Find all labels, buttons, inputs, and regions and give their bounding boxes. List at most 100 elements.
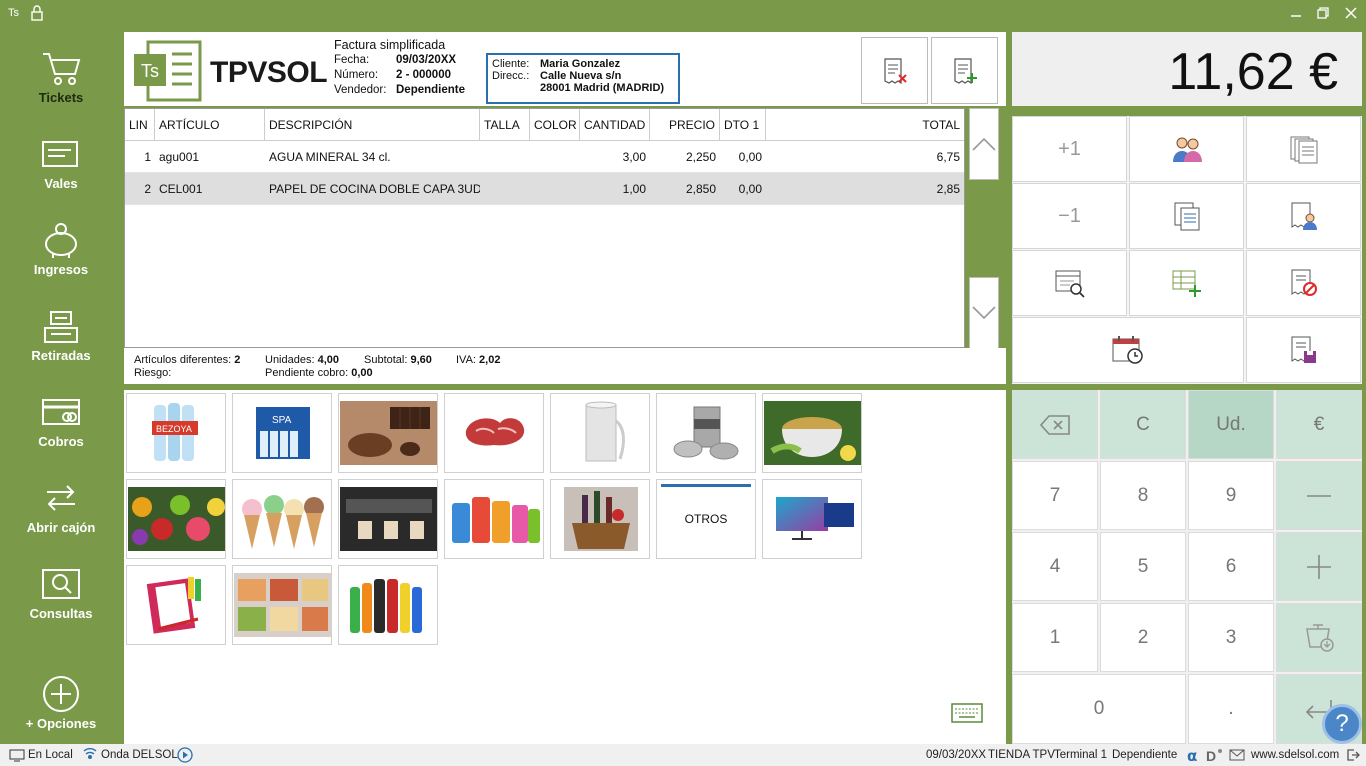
key-4[interactable]: 4 <box>1012 532 1098 601</box>
scheduled-tickets-button[interactable] <box>1012 317 1244 383</box>
euro-key[interactable]: € <box>1276 390 1362 459</box>
website-link[interactable]: www.sdelsol.com <box>1251 749 1339 761</box>
key-3[interactable]: 3 <box>1188 603 1274 672</box>
key-5[interactable]: 5 <box>1100 532 1186 601</box>
sidebar-item-opciones[interactable]: + Opciones <box>0 664 122 744</box>
family-tile-tea[interactable] <box>762 393 862 473</box>
family-tile-otros[interactable]: OTROS <box>656 479 756 559</box>
vendedor-value[interactable]: Dependiente <box>396 84 465 99</box>
table-row[interactable]: 1 agu001 AGUA MINERAL 34 cl. 3,00 2,250 … <box>125 141 964 173</box>
save-ticket-button[interactable] <box>1246 317 1361 383</box>
add-line-button[interactable] <box>1129 250 1244 316</box>
help-button[interactable]: ? <box>1322 704 1362 744</box>
col-dto[interactable]: DTO 1 <box>720 108 766 141</box>
assign-seller-button[interactable] <box>1246 183 1361 249</box>
family-tile-water[interactable]: BEZOYA <box>126 393 226 473</box>
d-logo-icon[interactable]: D <box>1205 747 1223 763</box>
pendiente-label: Pendiente cobro: <box>265 367 349 379</box>
col-total[interactable]: TOTAL <box>766 109 964 141</box>
plus-one-button[interactable]: +1 <box>1012 116 1127 182</box>
col-descripcion[interactable]: DESCRIPCIÓN <box>265 108 480 141</box>
scroll-down-button[interactable] <box>969 277 999 349</box>
play-icon[interactable] <box>177 747 193 763</box>
family-tile-meat[interactable] <box>444 393 544 473</box>
cleaning-products-image <box>446 487 543 551</box>
sidebar-item-tickets[interactable]: Tickets <box>0 38 122 118</box>
tickets-list-button[interactable] <box>1246 116 1361 182</box>
family-tile-chocolate[interactable] <box>338 393 438 473</box>
restore-icon[interactable] <box>1313 4 1333 22</box>
col-articulo[interactable]: ARTÍCULO <box>155 108 265 141</box>
svg-text:BEZOYA: BEZOYA <box>156 424 192 434</box>
key-0[interactable]: 0 <box>1012 674 1186 744</box>
lock-icon[interactable] <box>30 5 44 21</box>
family-tile-tv[interactable] <box>762 479 862 559</box>
close-icon[interactable] <box>1341 4 1361 22</box>
sidebar-item-retiradas[interactable]: Retiradas <box>0 296 122 376</box>
family-tile-cleaning[interactable] <box>444 479 544 559</box>
family-tile-coffee[interactable] <box>338 479 438 559</box>
decimal-key[interactable]: . <box>1188 674 1274 744</box>
document-info: Factura simplificada Fecha: 09/03/20XX Nú… <box>334 38 465 99</box>
cell-total: 6,75 <box>936 149 960 164</box>
sidebar-item-vales[interactable]: Vales <box>0 124 122 204</box>
table-row[interactable]: 2 CEL001 PAPEL DE COCINA DOBLE CAPA 3UD.… <box>125 173 964 205</box>
logout-icon[interactable] <box>1346 748 1360 762</box>
cart-icon <box>43 53 81 85</box>
new-ticket-button[interactable] <box>931 37 998 104</box>
col-cantidad[interactable]: CANTIDAD <box>580 108 650 141</box>
plus-key[interactable] <box>1276 532 1362 601</box>
col-lin[interactable]: LIN <box>125 108 155 141</box>
family-tile-soft-drinks[interactable] <box>338 565 438 645</box>
backspace-key[interactable] <box>1012 390 1098 459</box>
fruits-image <box>128 487 225 551</box>
chocolate-image <box>340 401 437 465</box>
key-6[interactable]: 6 <box>1188 532 1274 601</box>
mail-icon[interactable] <box>1229 749 1245 761</box>
key-7[interactable]: 7 <box>1012 461 1098 530</box>
family-tile-paper[interactable] <box>550 393 650 473</box>
sidebar-item-consultas[interactable]: Consultas <box>0 554 122 634</box>
alpha-icon[interactable]: α <box>1186 747 1202 763</box>
family-tile-stationery[interactable] <box>126 565 226 645</box>
key-2[interactable]: 2 <box>1100 603 1186 672</box>
scroll-up-button[interactable] <box>969 108 999 180</box>
family-tile-spa[interactable]: SPA <box>232 393 332 473</box>
scale-key[interactable] <box>1276 603 1362 672</box>
key-8[interactable]: 8 <box>1100 461 1186 530</box>
col-color[interactable]: COLOR <box>530 108 580 141</box>
key-1[interactable]: 1 <box>1012 603 1098 672</box>
document-header: Ts TPVSOL Factura simplificada Fecha: 09/… <box>124 32 1006 106</box>
col-precio[interactable]: PRECIO <box>650 108 720 141</box>
key-9[interactable]: 9 <box>1188 461 1274 530</box>
minimize-icon[interactable] <box>1286 4 1306 22</box>
svg-text:SPA: SPA <box>272 415 292 426</box>
ice-cream-image <box>234 487 331 551</box>
svg-text:α: α <box>1187 747 1197 763</box>
clear-key[interactable]: C <box>1100 390 1186 459</box>
family-tile-cans[interactable] <box>656 393 756 473</box>
connection-mode[interactable]: En Local <box>28 749 73 761</box>
delete-ticket-button[interactable] <box>861 37 928 104</box>
sidebar-item-abrir-cajon[interactable]: Abrir cajón <box>0 468 122 548</box>
col-talla[interactable]: TALLA <box>480 108 530 141</box>
minus-key[interactable] <box>1276 461 1362 530</box>
sidebar-item-cobros[interactable]: Cobros <box>0 382 122 462</box>
minus-one-button[interactable]: −1 <box>1012 183 1127 249</box>
keyboard-icon[interactable] <box>951 702 983 724</box>
cash-register-icon <box>44 311 78 343</box>
gift-basket-image <box>552 487 649 551</box>
family-tile-prepared-food[interactable] <box>232 565 332 645</box>
client-box[interactable]: Cliente: Maria Gonzalez Direcc.: Calle Nue… <box>486 53 680 104</box>
sidebar-item-label: Abrir cajón <box>26 520 96 535</box>
radio-label[interactable]: Onda DELSOL <box>101 749 178 761</box>
select-customer-button[interactable] <box>1129 116 1244 182</box>
search-article-button[interactable] <box>1012 250 1127 316</box>
units-key[interactable]: Ud. <box>1188 390 1274 459</box>
family-tile-gift-basket[interactable] <box>550 479 650 559</box>
cancel-ticket-button[interactable] <box>1246 250 1361 316</box>
family-tile-fruits[interactable] <box>126 479 226 559</box>
family-tile-icecream[interactable] <box>232 479 332 559</box>
sidebar-item-ingresos[interactable]: Ingresos <box>0 210 122 290</box>
copy-document-button[interactable] <box>1129 183 1244 249</box>
